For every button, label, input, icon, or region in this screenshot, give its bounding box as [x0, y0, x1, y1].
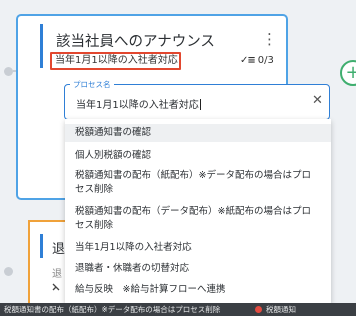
- option-item[interactable]: 税額通知書の配布（データ配布）※紙配布の場合はプロセス削除: [65, 205, 331, 235]
- option-item[interactable]: 個人別税額の確認: [65, 147, 331, 165]
- option-item[interactable]: 税額通知書の配布（紙配布）※データ配布の場合はプロセス削除: [65, 169, 331, 199]
- card2-accent-bar: [40, 234, 43, 258]
- status-dot-icon: [255, 306, 262, 313]
- process-name-text: 当年1月1以降の入社者対応: [76, 100, 199, 111]
- process-name-value[interactable]: 当年1月1以降の入社者対応: [76, 96, 201, 111]
- card-accent-bar: [40, 24, 43, 68]
- card-subtitle: 当年1月1以降の入社者対応: [50, 52, 181, 70]
- checklist-count[interactable]: ✓≡ 0/3: [240, 55, 274, 66]
- status-text-secondary: 税額通知: [266, 305, 296, 314]
- more-menu-icon[interactable]: ⋮: [262, 30, 277, 48]
- card-title: 該当社員へのアナウンス: [56, 34, 215, 50]
- option-item[interactable]: 退職者・休職者の切替対応: [65, 260, 331, 278]
- text-caret: [199, 99, 201, 110]
- flow-connector-dot: [4, 67, 13, 76]
- status-bar: 税額通知書の配布（紙配布）※データ配布の場合はプロセス削除 税額通知: [0, 303, 356, 316]
- clear-icon[interactable]: ✕: [312, 94, 323, 108]
- process-card-2[interactable]: [28, 220, 68, 316]
- option-item[interactable]: 当年1月1以降の入社者対応: [65, 239, 331, 257]
- flow-connector-dot: [4, 267, 13, 276]
- card2-icon: [52, 283, 60, 294]
- add-process-button[interactable]: +: [340, 60, 356, 86]
- process-name-label: プロセス名: [70, 79, 114, 90]
- status-text: 税額通知書の配布（紙配布）※データ配布の場合はプロセス削除: [4, 305, 221, 314]
- checklist-progress: 0/3: [257, 55, 274, 66]
- option-item[interactable]: 給与反映 ※給与計算フローへ連携: [65, 281, 331, 299]
- option-item[interactable]: 税額通知書の確認: [65, 124, 331, 142]
- process-options-list[interactable]: 税額通知書の確認 個人別税額の確認 税額通知書の配布（紙配布）※データ配布の場合…: [65, 119, 331, 305]
- card2-title: 退: [52, 242, 66, 257]
- checklist-icon: ✓≡: [240, 55, 256, 66]
- card2-subtitle: 退: [52, 269, 62, 280]
